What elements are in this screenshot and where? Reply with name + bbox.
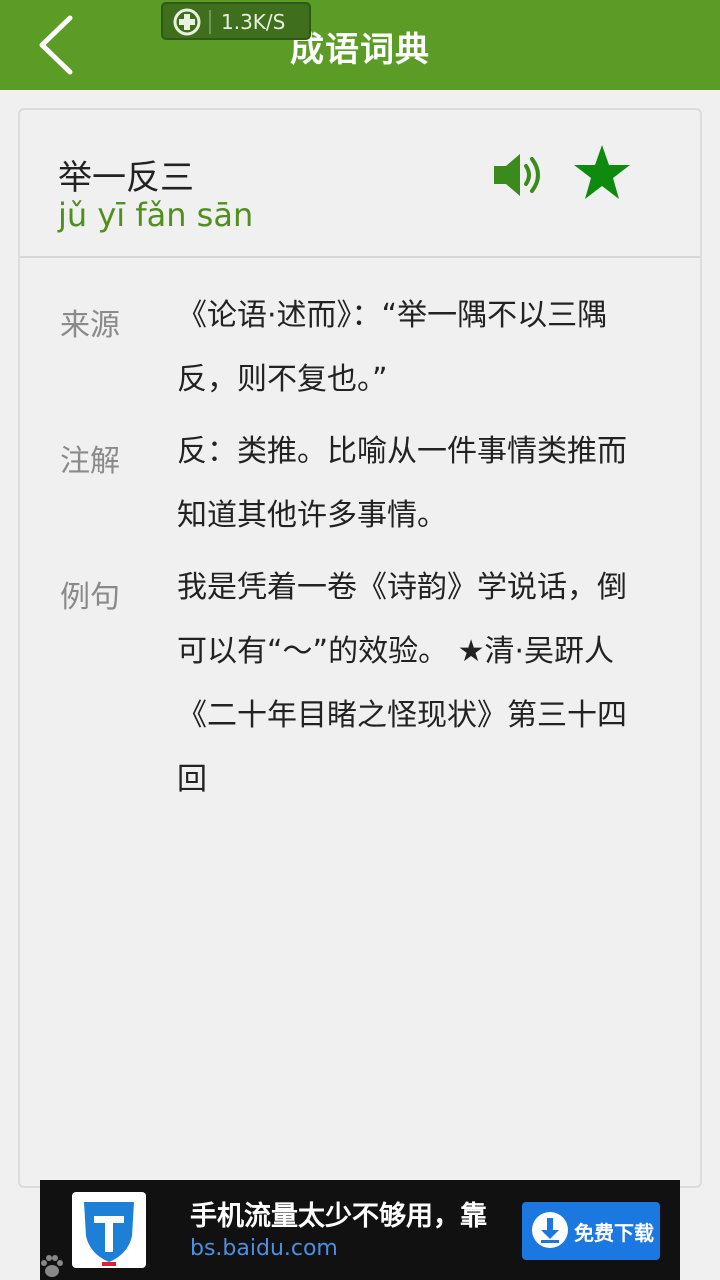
ad-logo — [72, 1192, 146, 1268]
idiom-pinyin: jǔ yī fǎn sān — [58, 196, 254, 234]
section-text: 反：类推。比喻从一件事情类推而知道其他许多事情。 — [177, 434, 627, 533]
section-label: 注解 — [60, 444, 120, 479]
ad-headline: 手机流量太少不够用，靠 — [190, 1201, 487, 1232]
section-label: 来源 — [60, 308, 120, 343]
plus-circle-icon — [173, 8, 201, 36]
download-label: 免费下载 — [574, 1221, 654, 1245]
idiom-title: 举一反三 — [58, 158, 194, 198]
paw-icon — [41, 1255, 63, 1277]
star-icon — [574, 145, 630, 199]
page-title: 成语词典 — [290, 30, 430, 70]
ad-banner[interactable]: 手机流量太少不够用，靠 bs.baidu.com 免费下载 — [40, 1180, 680, 1280]
idiom-header: 举一反三 jǔ yī fǎn sān — [20, 110, 700, 258]
speaker-icon — [494, 154, 540, 196]
speaker-button[interactable] — [492, 150, 548, 200]
network-speed-badge: 1.3K/S — [161, 2, 311, 40]
section-text: 我是凭着一卷《诗韵》学说话，倒可以有“～”的效验。 ★清·吴趼人《二十年目睹之怪… — [177, 570, 627, 797]
download-icon — [532, 1212, 568, 1248]
favorite-button[interactable] — [572, 143, 632, 203]
section-text: 《论语·述而》：“举一隅不以三隅反，则不复也。” — [177, 298, 608, 397]
shield-icon — [84, 1202, 134, 1266]
ad-url: bs.baidu.com — [190, 1236, 338, 1261]
idiom-card: 举一反三 jǔ yī fǎn sān 来源 《论语·述而》：“举一隅不以三隅反，… — [18, 108, 702, 1188]
divider — [209, 10, 211, 34]
network-rate: 1.3K/S — [221, 10, 286, 34]
download-button[interactable]: 免费下载 — [522, 1202, 660, 1260]
section-label: 例句 — [60, 580, 120, 615]
app-header: 成语词典 — [0, 0, 720, 90]
